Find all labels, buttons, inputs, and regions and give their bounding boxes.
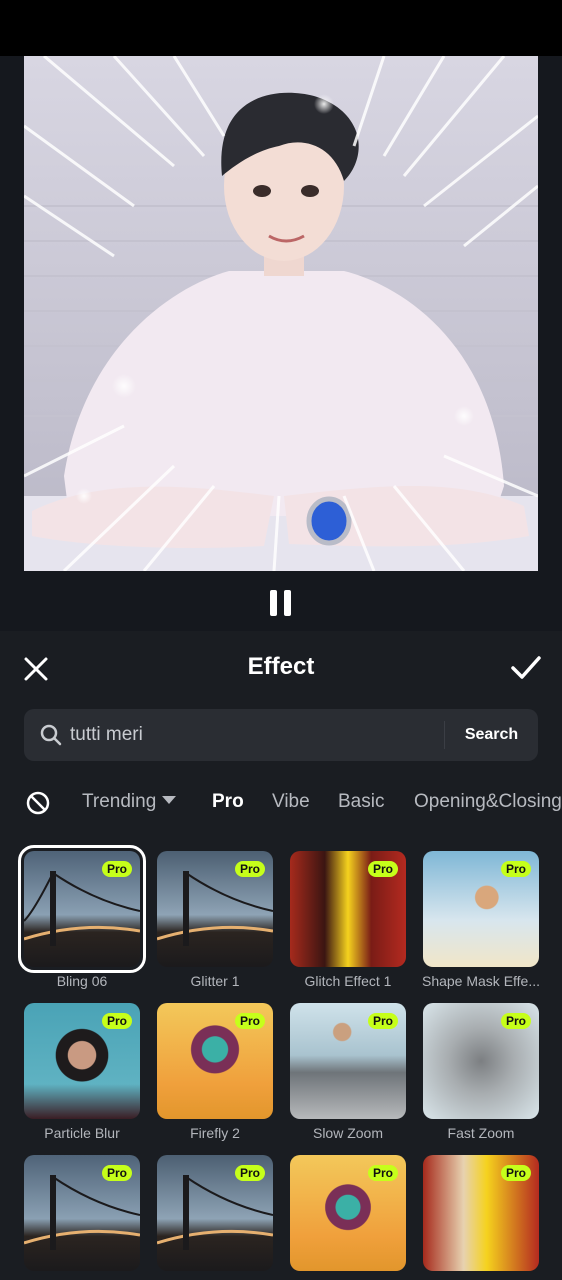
- search-button[interactable]: Search: [445, 709, 538, 761]
- video-preview[interactable]: [24, 56, 538, 571]
- search-input[interactable]: [70, 719, 440, 751]
- pause-icon: [270, 590, 277, 616]
- pro-badge: Pro: [367, 1013, 398, 1029]
- pro-badge: Pro: [500, 861, 531, 877]
- tab-basic[interactable]: Basic: [338, 791, 384, 813]
- status-bar: [0, 0, 562, 56]
- tab-label: Trending: [82, 791, 157, 812]
- tab-opening-closing[interactable]: Opening&Closing: [414, 791, 562, 813]
- pause-button[interactable]: [266, 588, 296, 618]
- pro-badge: Pro: [234, 1013, 265, 1029]
- pro-badge: Pro: [367, 1165, 398, 1181]
- effect-label: Particle Blur: [44, 1125, 120, 1141]
- preview-illustration: [24, 56, 538, 571]
- category-tabs: Trending Pro Vibe Basic Opening&Closing: [0, 781, 562, 825]
- caret-down-icon: [162, 796, 177, 804]
- effect-label: Firefly 2: [190, 1125, 240, 1141]
- tab-vibe[interactable]: Vibe: [272, 791, 310, 813]
- effect-label: Glitch Effect 1: [304, 973, 392, 989]
- pro-badge: Pro: [101, 1165, 132, 1181]
- pro-badge: Pro: [101, 861, 132, 877]
- pro-badge: Pro: [500, 1165, 531, 1181]
- search-box: Search: [24, 709, 538, 761]
- pro-badge: Pro: [101, 1013, 132, 1029]
- pro-badge: Pro: [367, 861, 398, 877]
- check-icon: [511, 656, 541, 679]
- preview-area: [0, 56, 562, 631]
- panel-title: Effect: [247, 653, 315, 680]
- effect-label: Glitter 1: [190, 973, 240, 989]
- effect-label: Slow Zoom: [312, 1125, 384, 1141]
- no-effect-icon[interactable]: [26, 791, 50, 815]
- tab-trending[interactable]: Trending: [82, 791, 177, 813]
- effect-label: Bling 06: [56, 973, 108, 989]
- effect-panel: Effect Search Trending Pro Vibe Basic Op…: [0, 631, 562, 1280]
- pro-badge: Pro: [500, 1013, 531, 1029]
- effect-label: Fast Zoom: [447, 1125, 515, 1141]
- search-icon: [40, 724, 62, 746]
- tab-pro[interactable]: Pro: [212, 791, 244, 813]
- confirm-button[interactable]: [510, 653, 542, 683]
- pro-badge: Pro: [234, 861, 265, 877]
- panel-header: Effect: [0, 631, 562, 705]
- effect-label: Shape Mask Effe...: [421, 973, 541, 989]
- pro-badge: Pro: [234, 1165, 265, 1181]
